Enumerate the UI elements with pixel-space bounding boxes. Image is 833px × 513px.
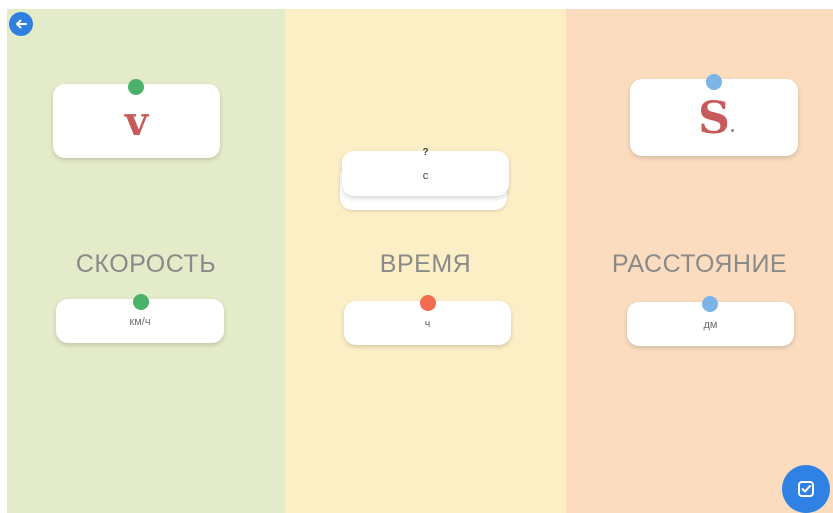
time-unit: ч bbox=[424, 318, 431, 330]
column-distance: S РАССТОЯНИЕ дм bbox=[566, 9, 833, 513]
time-symbol-card[interactable]: ? с bbox=[342, 147, 509, 196]
check-answer-button[interactable] bbox=[782, 465, 830, 513]
column-time: ? с ВРЕМЯ ч bbox=[285, 9, 566, 513]
speed-heading: СКОРОСТЬ bbox=[75, 250, 217, 278]
column-speed: v СКОРОСТЬ км/ч bbox=[7, 9, 285, 513]
distance-unit-dot[interactable] bbox=[702, 296, 718, 312]
time-unit-dot[interactable] bbox=[420, 295, 436, 311]
speed-symbol-card[interactable]: v bbox=[53, 84, 220, 158]
checkmark-icon bbox=[798, 481, 814, 497]
speed-symbol: v bbox=[124, 98, 149, 145]
time-question-mark: ? bbox=[422, 147, 429, 158]
time-symbol: с bbox=[422, 170, 429, 182]
distance-symbol: S bbox=[698, 93, 730, 144]
distance-symbol-card[interactable]: S bbox=[630, 79, 798, 156]
back-button[interactable] bbox=[9, 12, 33, 36]
arrow-left-icon bbox=[16, 19, 27, 29]
speed-unit-dot[interactable] bbox=[133, 294, 149, 310]
speed-unit: км/ч bbox=[129, 316, 151, 328]
distance-symbol-dot-mark bbox=[731, 129, 734, 132]
distance-heading: РАССТОЯНИЕ bbox=[611, 250, 788, 278]
time-heading: ВРЕМЯ bbox=[379, 250, 472, 278]
speed-symbol-dot[interactable] bbox=[128, 79, 144, 95]
distance-unit: дм bbox=[703, 319, 718, 331]
distance-symbol-dot[interactable] bbox=[706, 74, 722, 90]
game-board: v СКОРОСТЬ км/ч ? с ВРЕМЯ ч S РАССТОЯНИЕ… bbox=[0, 0, 833, 513]
